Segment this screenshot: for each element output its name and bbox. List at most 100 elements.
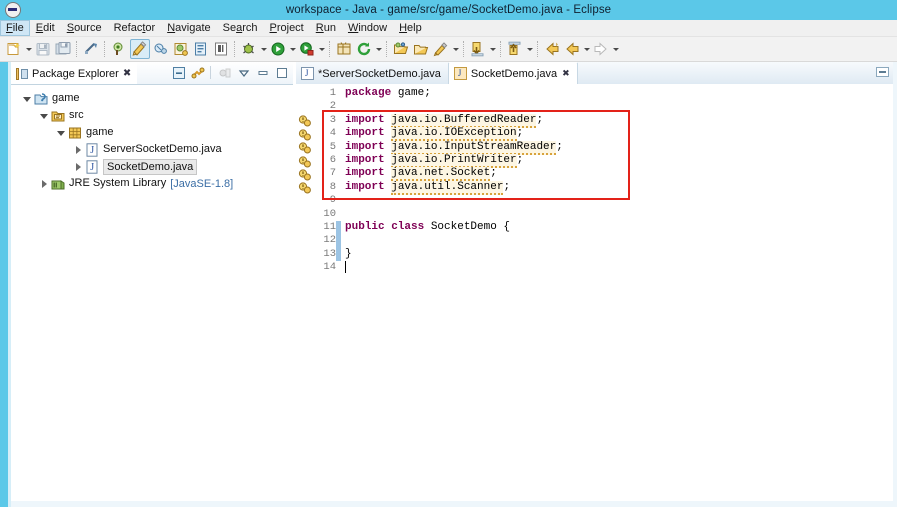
coverage-icon[interactable] [298, 40, 316, 58]
editor-tab-socketdemo-java[interactable]: J SocketDemo.java ✖ [447, 62, 578, 84]
editor-line-number-ruler: 123⊖4567891011121314 [312, 84, 342, 501]
toggle-mark-occurrences-icon[interactable] [110, 40, 128, 58]
back-icon[interactable] [543, 40, 561, 58]
code-token: import [345, 180, 385, 193]
chevron-down-icon[interactable] [38, 107, 50, 124]
chevron-down-icon[interactable] [525, 40, 534, 58]
link-with-editor-icon[interactable] [189, 64, 206, 81]
new-class-icon[interactable] [172, 40, 190, 58]
tree-item-serversocketdemo-java[interactable]: J ServerSocketDemo.java [11, 141, 293, 158]
view-menu-icon[interactable] [235, 64, 252, 81]
editor-area: J *ServerSocketDemo.java J SocketDemo.java ✖… [296, 62, 893, 501]
menu-search[interactable]: Search [217, 20, 264, 36]
menu-file[interactable]: File [0, 20, 30, 36]
code-token: ; [556, 140, 563, 153]
package-explorer-tab[interactable]: Package Explorer ✖ [11, 62, 138, 84]
chevron-down-icon[interactable] [259, 40, 268, 58]
chevron-right-icon[interactable] [72, 141, 84, 158]
editor-minimize-icon[interactable] [876, 67, 889, 77]
toolbar-separator [210, 66, 212, 79]
open-type-icon[interactable] [192, 40, 210, 58]
menu-edit[interactable]: Edit [30, 20, 61, 36]
toolbar-group [391, 40, 460, 58]
chevron-down-icon[interactable] [582, 40, 591, 58]
code-token: import [345, 140, 385, 153]
toolbar-separator [500, 41, 502, 57]
next-annotation-icon[interactable] [469, 40, 487, 58]
chevron-down-icon[interactable] [55, 124, 67, 141]
close-icon[interactable]: ✖ [123, 68, 131, 79]
run-icon[interactable] [269, 40, 287, 58]
chevron-down-icon[interactable] [611, 40, 620, 58]
save-icon[interactable] [34, 40, 52, 58]
open-folder-icon[interactable] [392, 40, 410, 58]
toolbar-separator [463, 41, 465, 57]
chevron-right-icon[interactable] [72, 158, 84, 175]
print-icon[interactable] [82, 40, 100, 58]
save-all-icon[interactable] [54, 40, 72, 58]
code-line: import java.io.InputStreamReader; [345, 140, 563, 155]
eclipse-window: workspace - Java - game/src/game/SocketD… [0, 0, 897, 507]
package-explorer-view: Package Explorer ✖ game src game J Serve… [11, 62, 293, 501]
minimize-icon[interactable] [254, 64, 271, 81]
new-java-package-icon[interactable] [152, 40, 170, 58]
tree-item-jre-system-library[interactable]: JRE System Library [JavaSE-1.8] [11, 175, 293, 192]
code-token: ; [490, 167, 497, 180]
menu-help[interactable]: Help [393, 20, 428, 36]
forward-outline-icon[interactable] [592, 40, 610, 58]
unused-import-warning-icon[interactable] [298, 168, 311, 181]
chevron-right-icon[interactable] [38, 175, 50, 192]
refresh-icon[interactable] [355, 40, 373, 58]
chevron-down-icon[interactable] [451, 40, 460, 58]
debug-icon[interactable] [240, 40, 258, 58]
unused-import-warning-icon[interactable] [298, 181, 311, 194]
tree-item-socketdemo-java[interactable]: J SocketDemo.java [11, 158, 293, 175]
menu-window[interactable]: Window [342, 20, 393, 36]
editor-tab--serversocketdemo-java[interactable]: J *ServerSocketDemo.java [296, 63, 448, 84]
toolbar-separator [234, 41, 236, 57]
package-icon [67, 125, 83, 141]
pencil-icon[interactable] [432, 40, 450, 58]
new-java-project-icon[interactable] [130, 39, 150, 59]
forward-yellow-icon[interactable] [563, 40, 581, 58]
open-task-icon[interactable] [212, 40, 230, 58]
previous-annotation-icon[interactable] [506, 40, 524, 58]
new-package-box-icon[interactable] [335, 40, 353, 58]
chevron-down-icon[interactable] [374, 40, 383, 58]
unused-import-warning-icon[interactable] [298, 128, 311, 141]
menu-refactor[interactable]: Refactor [108, 20, 162, 36]
chevron-down-icon[interactable] [21, 90, 33, 107]
code-token: java.util.Scanner [391, 180, 504, 195]
source-editor[interactable]: 123⊖4567891011121314 package game;import… [296, 84, 893, 501]
chevron-down-icon[interactable] [488, 40, 497, 58]
package-explorer-tree: game src game J ServerSocketDemo.java J Socket… [11, 85, 293, 192]
code-token: import [345, 127, 385, 140]
editor-text[interactable]: package game; import java.io.BufferedRead… [341, 84, 893, 501]
chevron-down-icon[interactable] [288, 40, 297, 58]
unused-import-warning-icon[interactable] [298, 155, 311, 168]
menu-project[interactable]: Project [264, 20, 310, 36]
code-token: ; [516, 154, 524, 166]
window-left-edge [0, 62, 8, 507]
line-number: 1 [329, 87, 336, 99]
title-bar: workspace - Java - game/src/game/SocketD… [0, 0, 897, 20]
unused-import-warning-icon[interactable] [298, 114, 311, 127]
code-line: public class SocketDemo { [345, 221, 510, 234]
new-wizard-icon[interactable] [5, 40, 23, 58]
menu-run[interactable]: Run [310, 20, 342, 36]
tree-item-src[interactable]: src [11, 107, 293, 124]
tree-item-game[interactable]: game [11, 90, 293, 107]
line-number: 2 [329, 100, 336, 113]
folder-icon[interactable] [412, 40, 430, 58]
close-icon[interactable]: ✖ [562, 69, 570, 79]
menu-source[interactable]: Source [61, 20, 108, 36]
unused-import-warning-icon[interactable] [298, 141, 311, 154]
tree-item-game[interactable]: game [11, 124, 293, 141]
chevron-down-icon[interactable] [24, 40, 33, 58]
toolbar-group [505, 40, 534, 58]
maximize-icon[interactable] [273, 64, 290, 81]
view-filter-icon[interactable] [216, 64, 233, 81]
menu-navigate[interactable]: Navigate [161, 20, 216, 36]
collapse-all-icon[interactable] [170, 64, 187, 81]
chevron-down-icon[interactable] [317, 40, 326, 58]
